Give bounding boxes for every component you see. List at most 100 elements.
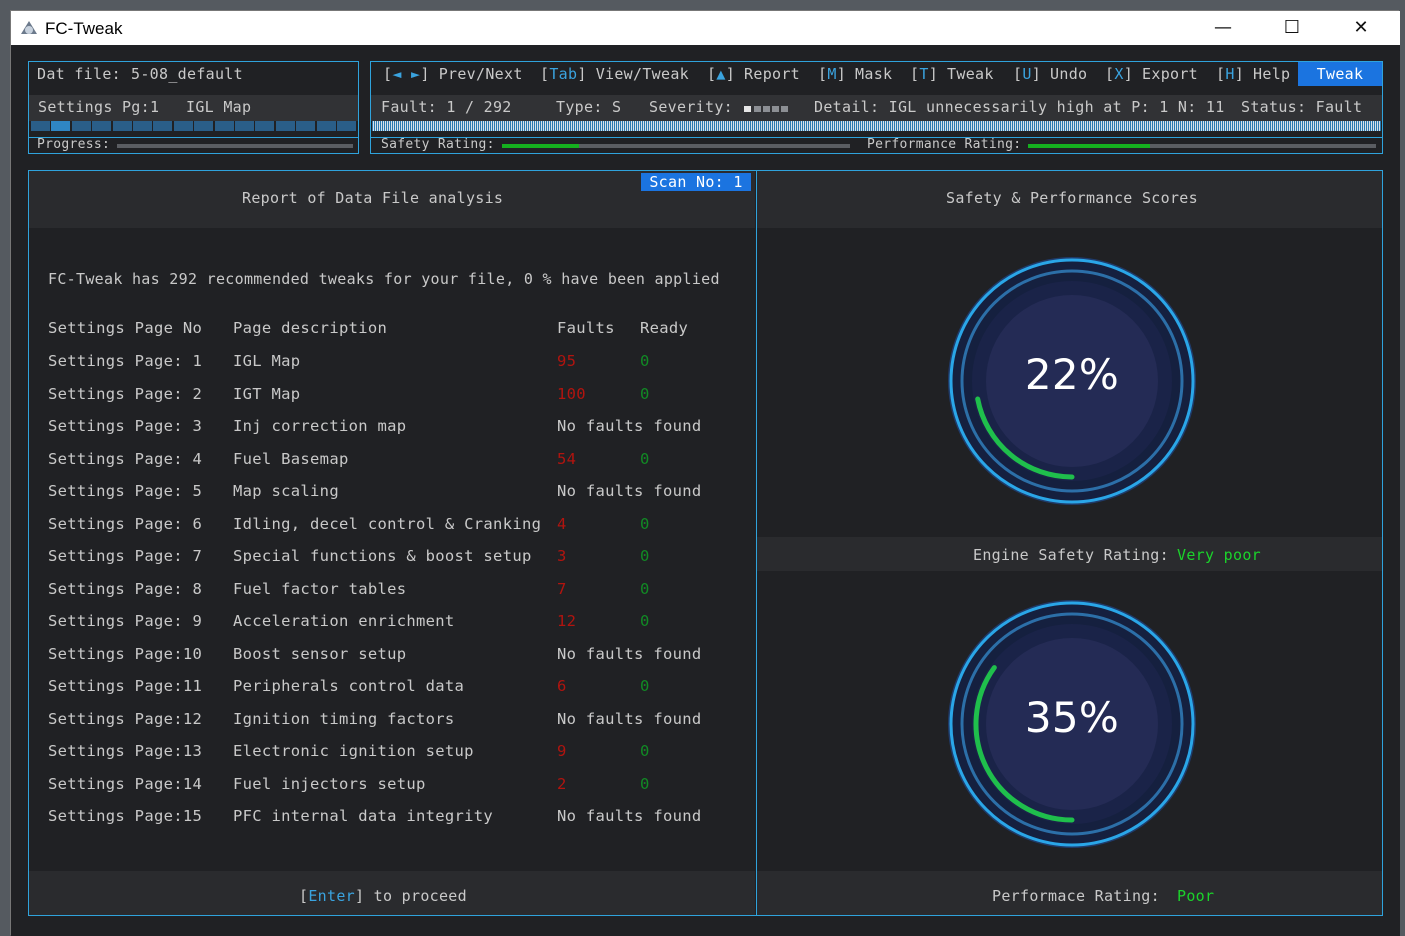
nav-bracket: ] [836, 65, 847, 83]
fault-counter: Fault: 1 / 292 [381, 98, 512, 116]
nav-label: View/Tweak [595, 65, 689, 83]
nav-key: ◄ ► [392, 65, 421, 83]
page-segment[interactable] [296, 121, 316, 131]
nav-tweak[interactable]: [T] Tweak [910, 65, 994, 83]
row-page-no: Settings Page:14 [48, 774, 203, 793]
performance-rating-text: Performace Rating: [992, 887, 1160, 905]
row-fault-count: 3 [557, 547, 567, 565]
row-no-faults: No faults found [557, 709, 702, 728]
dat-file-label: Dat file: [37, 65, 121, 83]
fault-position-strip[interactable] [372, 121, 1381, 131]
nav-report[interactable]: [▲] Report [707, 65, 800, 83]
page-segment[interactable] [92, 121, 112, 131]
row-fault-count: 100 [557, 384, 586, 403]
nav-help[interactable]: [H] Help [1216, 65, 1290, 83]
row-ready-count: 0 [640, 612, 650, 630]
proceed-text: ] to proceed [355, 887, 467, 905]
page-segment[interactable] [51, 121, 71, 131]
tweak-mode-button[interactable]: Tweak [1298, 62, 1382, 86]
page-segment[interactable] [194, 121, 214, 131]
row-description: Fuel Basemap [233, 449, 349, 468]
nav-bracket: ] [420, 65, 430, 83]
row-ready-count: 0 [640, 742, 650, 760]
settings-page: Settings Pg:1 [38, 98, 160, 116]
col-header-faults: Faults [557, 319, 615, 337]
page-segment[interactable] [153, 121, 173, 131]
row-ready-count: 0 [640, 352, 650, 370]
row-fault-count: 95 [557, 352, 577, 370]
page-segment[interactable] [112, 121, 132, 131]
progress-label: Progress: [37, 137, 111, 152]
page-segment[interactable] [173, 121, 193, 131]
row-description: Inj correction map [233, 417, 407, 435]
nav-bracket: ] [577, 65, 587, 83]
severity-label: Severity: [649, 98, 733, 116]
proceed-bracket-open: [ [299, 887, 309, 905]
row-page-no: Settings Page: 9 [48, 612, 203, 630]
report-title: Report of Data File analysis [242, 189, 504, 207]
nav-bracket: [ [1013, 65, 1023, 83]
engine-safety-word: Very poor [1177, 546, 1261, 564]
nav-key: T [919, 65, 929, 83]
window-title: FC-Tweak [45, 19, 123, 38]
nav-bracket: ] [928, 65, 939, 83]
row-description: Idling, decel control & Cranking [233, 514, 542, 533]
row-ready-count: 0 [640, 547, 650, 565]
nav-undo[interactable]: [U] Undo [1013, 65, 1087, 83]
title-bar: FC-Tweak — ☐ ✕ [11, 11, 1400, 45]
page-segment[interactable] [337, 121, 356, 131]
nav-bracket: [ [910, 65, 920, 83]
page-segment[interactable] [71, 121, 91, 131]
progress-bar [117, 144, 353, 148]
nav-export[interactable]: [X] Export [1105, 65, 1198, 83]
severity-meter [744, 106, 790, 112]
row-ready-count: 0 [640, 677, 650, 695]
performance-score-value: 35% [1024, 693, 1120, 742]
safety-score-value: 22% [1024, 350, 1120, 399]
nav-bracket: ] [725, 65, 736, 83]
row-description: Ignition timing factors [233, 709, 455, 728]
row-page-no: Settings Page: 1 [48, 352, 203, 370]
fault-type: Type: S [556, 98, 622, 116]
settings-page-name: IGL Map [186, 98, 252, 116]
proceed-hint[interactable]: [Enter] to proceed [299, 887, 467, 905]
close-button[interactable]: ✕ [1338, 11, 1384, 45]
row-fault-count: 9 [557, 742, 567, 760]
nav-mask[interactable]: [M] Mask [818, 65, 892, 83]
nav-label: Export [1142, 65, 1199, 83]
performance-rating-bar [1028, 144, 1376, 148]
fault-detail: Detail: IGL unnecessarily high at P: 1 N… [814, 98, 1225, 116]
nav-label: Mask [855, 65, 893, 83]
col-header-ready: Ready [640, 319, 689, 337]
performance-rating-label: Performance Rating: [867, 137, 1022, 152]
row-fault-count: 4 [557, 514, 567, 533]
page-segment[interactable] [31, 121, 50, 131]
report-summary: FC-Tweak has 292 recommended tweaks for … [48, 270, 720, 288]
page-segment[interactable] [235, 121, 254, 131]
nav-bracket: [ [540, 65, 550, 83]
nav-bracket: ] [1234, 65, 1245, 83]
minimize-button[interactable]: — [1200, 11, 1246, 45]
nav-bracket: [ [707, 65, 717, 83]
nav-view-tweak[interactable]: [Tab] View/Tweak [540, 65, 689, 83]
row-page-no: Settings Page: 2 [48, 384, 203, 403]
page-selector[interactable] [31, 121, 357, 131]
safety-rating-bar [502, 144, 850, 148]
row-ready-count: 0 [640, 774, 650, 793]
row-page-no: Settings Page:10 [48, 644, 203, 663]
page-segment[interactable] [214, 121, 234, 131]
row-page-no: Settings Page: 5 [48, 482, 203, 500]
maximize-button[interactable]: ☐ [1269, 11, 1315, 45]
row-description: Map scaling [233, 482, 339, 500]
page-segment[interactable] [255, 121, 275, 131]
app-icon [21, 21, 37, 34]
page-segment[interactable] [316, 121, 336, 131]
row-description: Fuel injectors setup [233, 774, 426, 793]
row-description: Boost sensor setup [233, 644, 407, 663]
nav-label: Report [744, 65, 801, 83]
row-description: IGL Map [233, 352, 301, 370]
nav-prev-next[interactable]: [◄ ►] Prev/Next [383, 65, 523, 83]
page-segment[interactable] [133, 121, 152, 131]
page-segment[interactable] [275, 121, 295, 131]
row-ready-count: 0 [640, 449, 650, 468]
